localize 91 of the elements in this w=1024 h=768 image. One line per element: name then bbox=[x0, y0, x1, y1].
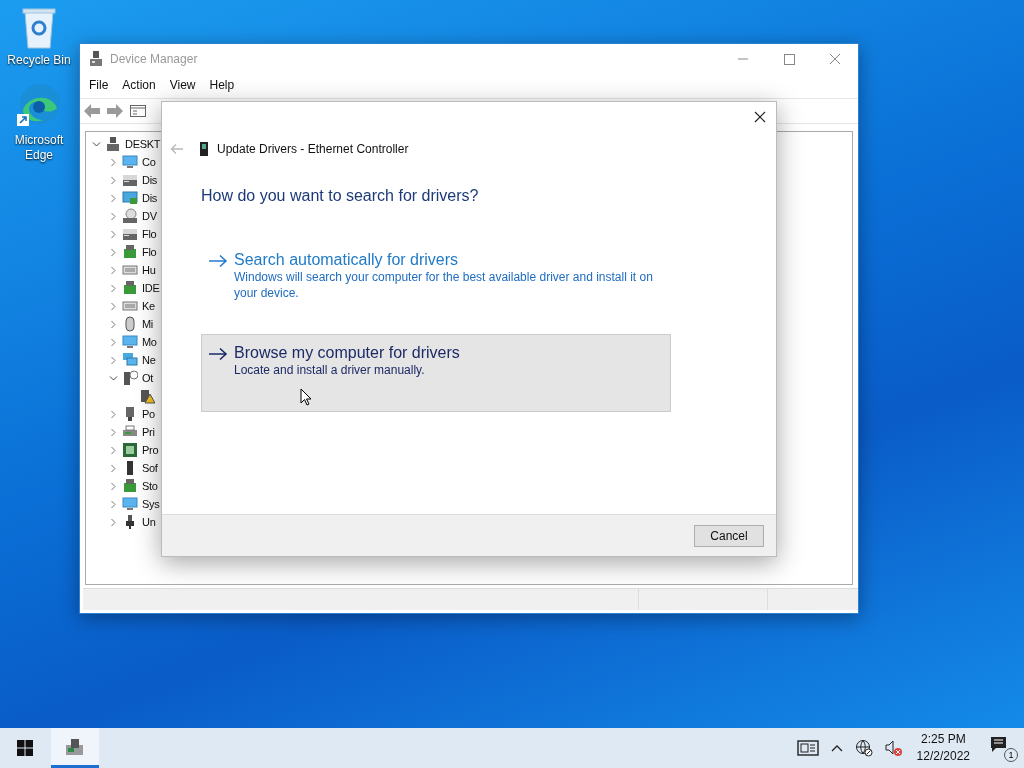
cancel-button[interactable]: Cancel bbox=[694, 524, 764, 547]
collapse-chevron-icon[interactable] bbox=[92, 139, 101, 149]
device-icon bbox=[105, 136, 121, 152]
expand-chevron-icon[interactable] bbox=[109, 409, 118, 419]
tree-item[interactable]: Ke bbox=[142, 300, 155, 312]
collapse-chevron-icon[interactable] bbox=[109, 373, 118, 383]
menu-item[interactable]: Help bbox=[202, 78, 242, 92]
close-icon[interactable] bbox=[754, 111, 766, 123]
device-icon bbox=[122, 154, 138, 170]
properties-icon[interactable] bbox=[129, 103, 147, 119]
expand-chevron-icon[interactable] bbox=[109, 427, 118, 437]
tree-item[interactable]: Flo bbox=[142, 246, 157, 258]
clock-time[interactable]: 2:25 PM bbox=[920, 731, 966, 748]
device-manager-icon bbox=[89, 51, 103, 67]
menu-item[interactable]: File bbox=[82, 78, 116, 92]
device-icon bbox=[122, 334, 138, 350]
tree-item[interactable]: Mo bbox=[142, 336, 157, 348]
chevron-up-icon[interactable] bbox=[830, 744, 843, 752]
tree-item[interactable]: Pro bbox=[142, 444, 159, 456]
tree-item[interactable]: Un bbox=[142, 516, 156, 528]
dialog-heading: How do you want to search for drivers? bbox=[200, 186, 480, 205]
device-icon bbox=[122, 244, 138, 260]
network-adapter-icon bbox=[199, 141, 209, 157]
tree-item[interactable]: Dis bbox=[142, 174, 157, 186]
tree-item[interactable]: DESKT bbox=[125, 138, 161, 150]
expand-chevron-icon[interactable] bbox=[109, 499, 118, 509]
tree-item[interactable]: Sto bbox=[142, 480, 158, 492]
tree-item[interactable]: Dis bbox=[142, 192, 157, 204]
expand-chevron-icon[interactable] bbox=[109, 283, 118, 293]
tree-item[interactable]: Ot bbox=[142, 372, 153, 384]
tree-item[interactable]: IDE bbox=[142, 282, 160, 294]
tree-item[interactable]: Sys bbox=[142, 498, 160, 510]
tree-item[interactable]: Po bbox=[142, 408, 155, 420]
device-icon bbox=[122, 262, 138, 278]
device-icon bbox=[122, 298, 138, 314]
expand-chevron-icon[interactable] bbox=[109, 175, 118, 185]
expand-chevron-icon[interactable] bbox=[109, 301, 118, 311]
expand-chevron-icon[interactable] bbox=[109, 337, 118, 347]
tree-item[interactable]: DV bbox=[142, 210, 157, 222]
notification-icon[interactable] bbox=[990, 736, 1008, 754]
speaker-muted-icon[interactable] bbox=[884, 739, 903, 757]
back-arrow-icon[interactable] bbox=[83, 103, 101, 119]
device-icon bbox=[122, 496, 138, 512]
warning-device-icon bbox=[139, 388, 155, 404]
device-manager-icon bbox=[64, 736, 86, 757]
news-icon[interactable] bbox=[796, 740, 819, 756]
expand-chevron-icon[interactable] bbox=[109, 445, 118, 455]
cursor-icon bbox=[300, 388, 312, 406]
tree-item[interactable]: Hu bbox=[142, 264, 156, 276]
menu-item[interactable]: Action bbox=[115, 78, 163, 92]
arrow-icon bbox=[208, 347, 228, 361]
device-icon bbox=[122, 316, 138, 332]
expand-chevron-icon[interactable] bbox=[109, 481, 118, 491]
device-icon bbox=[122, 352, 138, 368]
device-icon bbox=[122, 478, 138, 494]
window-title: Device Manager bbox=[110, 52, 199, 66]
option-button[interactable]: Browse my computer for drivers Locate and install a driver manually. bbox=[201, 334, 671, 412]
clock-date[interactable]: 12/2/2022 bbox=[916, 748, 970, 765]
expand-chevron-icon[interactable] bbox=[109, 211, 118, 221]
expand-chevron-icon[interactable] bbox=[109, 319, 118, 329]
arrow-icon bbox=[208, 254, 228, 268]
forward-arrow-icon[interactable] bbox=[106, 103, 124, 119]
tree-item[interactable]: Pri bbox=[142, 426, 155, 438]
notification-badge: 1 bbox=[1004, 748, 1018, 762]
expand-chevron-icon[interactable] bbox=[109, 355, 118, 365]
expand-chevron-icon[interactable] bbox=[109, 157, 118, 167]
tree-item[interactable]: Sof bbox=[142, 462, 158, 474]
tree-item[interactable]: Ne bbox=[142, 354, 156, 366]
dialog-title: Update Drivers - Ethernet Controller bbox=[217, 142, 409, 156]
device-icon bbox=[122, 442, 138, 458]
tree-item[interactable]: Co bbox=[142, 156, 156, 168]
tree-item[interactable]: Flo bbox=[142, 228, 157, 240]
expand-chevron-icon[interactable] bbox=[109, 265, 118, 275]
device-icon bbox=[122, 226, 138, 242]
expand-chevron-icon[interactable] bbox=[109, 229, 118, 239]
recycle-bin-icon[interactable] bbox=[19, 6, 59, 50]
device-icon bbox=[122, 370, 138, 386]
tree-item[interactable]: Mi bbox=[142, 318, 153, 330]
device-icon bbox=[122, 208, 138, 224]
option-button[interactable]: Search automatically for drivers Windows will search your computer for the best available driver and install it on your device. bbox=[201, 241, 671, 311]
globe-icon[interactable] bbox=[854, 739, 873, 757]
start-icon[interactable] bbox=[17, 740, 33, 756]
menu-item[interactable]: View bbox=[162, 78, 203, 92]
device-icon bbox=[122, 190, 138, 206]
expand-chevron-icon[interactable] bbox=[109, 247, 118, 257]
expand-chevron-icon[interactable] bbox=[109, 463, 118, 473]
device-icon bbox=[122, 172, 138, 188]
expand-chevron-icon[interactable] bbox=[109, 517, 118, 527]
expand-chevron-icon[interactable] bbox=[109, 193, 118, 203]
device-icon bbox=[122, 280, 138, 296]
taskbar-app-button[interactable] bbox=[51, 728, 99, 768]
